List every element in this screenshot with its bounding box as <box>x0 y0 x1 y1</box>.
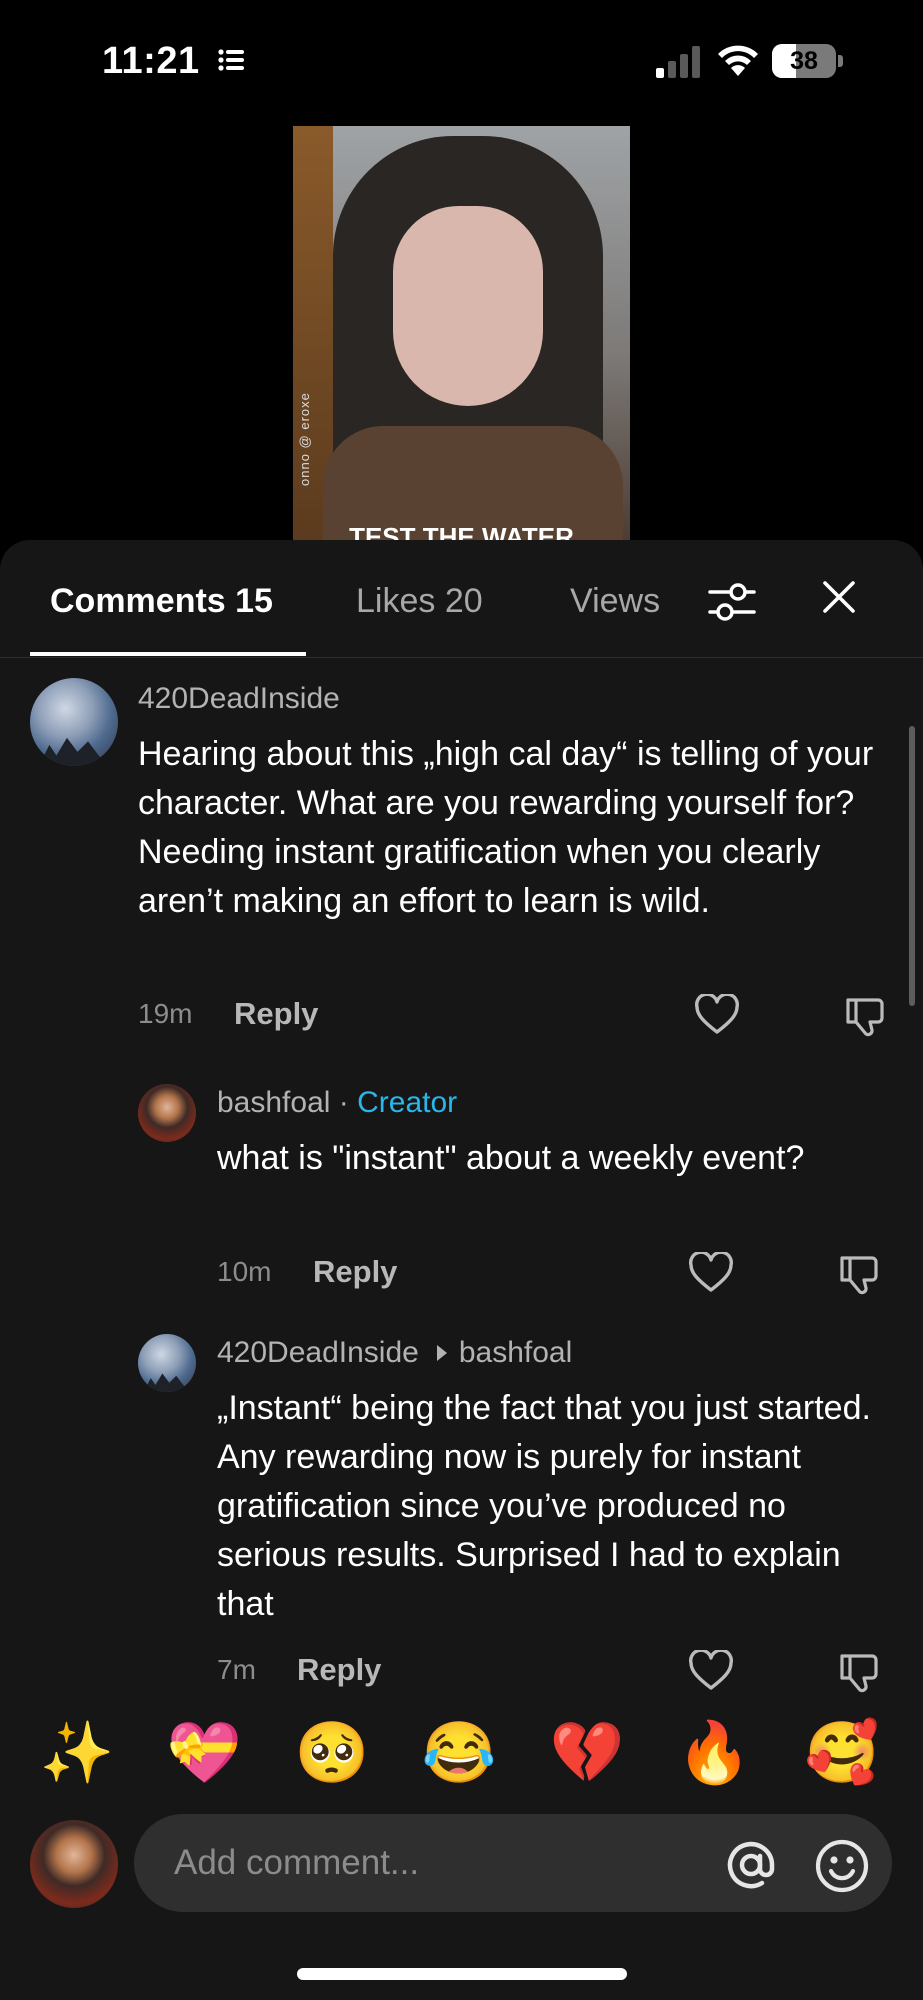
my-avatar[interactable] <box>30 1820 118 1908</box>
tab-bar: Comments 15 Likes 20 Views <box>0 540 923 658</box>
emoji-heart-ribbon-button[interactable]: 💝 <box>165 1718 243 1788</box>
avatar[interactable] <box>138 1084 196 1142</box>
reply-to-arrow-icon <box>436 1345 447 1362</box>
home-indicator[interactable] <box>297 1968 627 1980</box>
mention-at-icon[interactable] <box>724 1838 778 1892</box>
emoji-picker-icon[interactable] <box>814 1838 870 1894</box>
close-icon[interactable] <box>822 580 856 614</box>
comment-time: 10m <box>217 1256 272 1287</box>
emoji-pleading-button[interactable]: 🥺 <box>293 1718 371 1788</box>
comment-username[interactable]: 420DeadInside <box>138 682 340 716</box>
comment-username-line: 420DeadInside bashfoal <box>217 1336 572 1370</box>
comment-username[interactable]: bashfoal <box>217 1086 330 1119</box>
avatar[interactable] <box>30 678 118 766</box>
dislike-icon[interactable] <box>842 996 888 1038</box>
wifi-icon <box>718 45 758 76</box>
tab-likes[interactable]: Likes 20 <box>356 582 483 621</box>
cellular-signal-icon <box>656 46 700 78</box>
emoji-smiling-hearts-button[interactable]: 🥰 <box>803 1718 881 1788</box>
comment-username[interactable]: 420DeadInside <box>217 1336 419 1369</box>
video-watermark: onno @ eroxe <box>297 392 312 486</box>
focus-list-icon <box>218 49 244 71</box>
comment-input[interactable] <box>174 1814 694 1912</box>
scrollbar[interactable] <box>909 726 915 1006</box>
tab-views[interactable]: Views <box>570 582 660 621</box>
status-time: 11:21 <box>102 40 200 82</box>
status-bar: 11:21 38 <box>0 0 923 120</box>
reply-button[interactable]: Reply <box>234 996 318 1032</box>
comment-input-container[interactable] <box>134 1814 892 1912</box>
comment-username-line: bashfoal · Creator <box>217 1086 457 1120</box>
reply-button[interactable]: Reply <box>313 1254 397 1290</box>
heart-icon[interactable] <box>688 1650 734 1692</box>
heart-icon[interactable] <box>694 994 740 1036</box>
video-preview[interactable]: onno @ eroxe TEST THE WATER <box>293 126 630 540</box>
quick-emoji-bar: ✨ 💝 🥺 😂 💔 🔥 🥰 <box>0 1708 923 1808</box>
separator-dot: · <box>338 1086 349 1119</box>
battery-level: 38 <box>790 47 818 75</box>
emoji-tears-of-joy-button[interactable]: 😂 <box>420 1718 498 1788</box>
comment-text: Hearing about this „high cal day“ is tel… <box>138 735 874 920</box>
avatar[interactable] <box>138 1334 196 1392</box>
heart-icon[interactable] <box>688 1252 734 1294</box>
battery-icon: 38 <box>772 44 844 78</box>
comment-text: what is "instant" about a weekly event? <box>217 1139 805 1177</box>
reply-button[interactable]: Reply <box>297 1652 381 1688</box>
emoji-fire-button[interactable]: 🔥 <box>675 1718 753 1788</box>
comments-sheet: Comments 15 Likes 20 Views 420DeadInside… <box>0 540 923 2000</box>
filter-sliders-icon[interactable] <box>708 580 756 624</box>
tab-comments[interactable]: Comments 15 <box>50 582 273 621</box>
emoji-sparkles-button[interactable]: ✨ <box>38 1718 116 1788</box>
creator-badge: Creator <box>357 1086 458 1119</box>
reply-to-username[interactable]: bashfoal <box>459 1336 572 1369</box>
comment-text: „Instant“ being the fact that you just s… <box>217 1389 871 1623</box>
video-caption: TEST THE WATER <box>349 522 574 540</box>
dislike-icon[interactable] <box>836 1254 882 1296</box>
comment-time: 7m <box>217 1654 256 1685</box>
comment-time: 19m <box>138 998 193 1029</box>
emoji-broken-heart-button[interactable]: 💔 <box>548 1718 626 1788</box>
dislike-icon[interactable] <box>836 1652 882 1694</box>
active-tab-indicator <box>30 652 306 656</box>
